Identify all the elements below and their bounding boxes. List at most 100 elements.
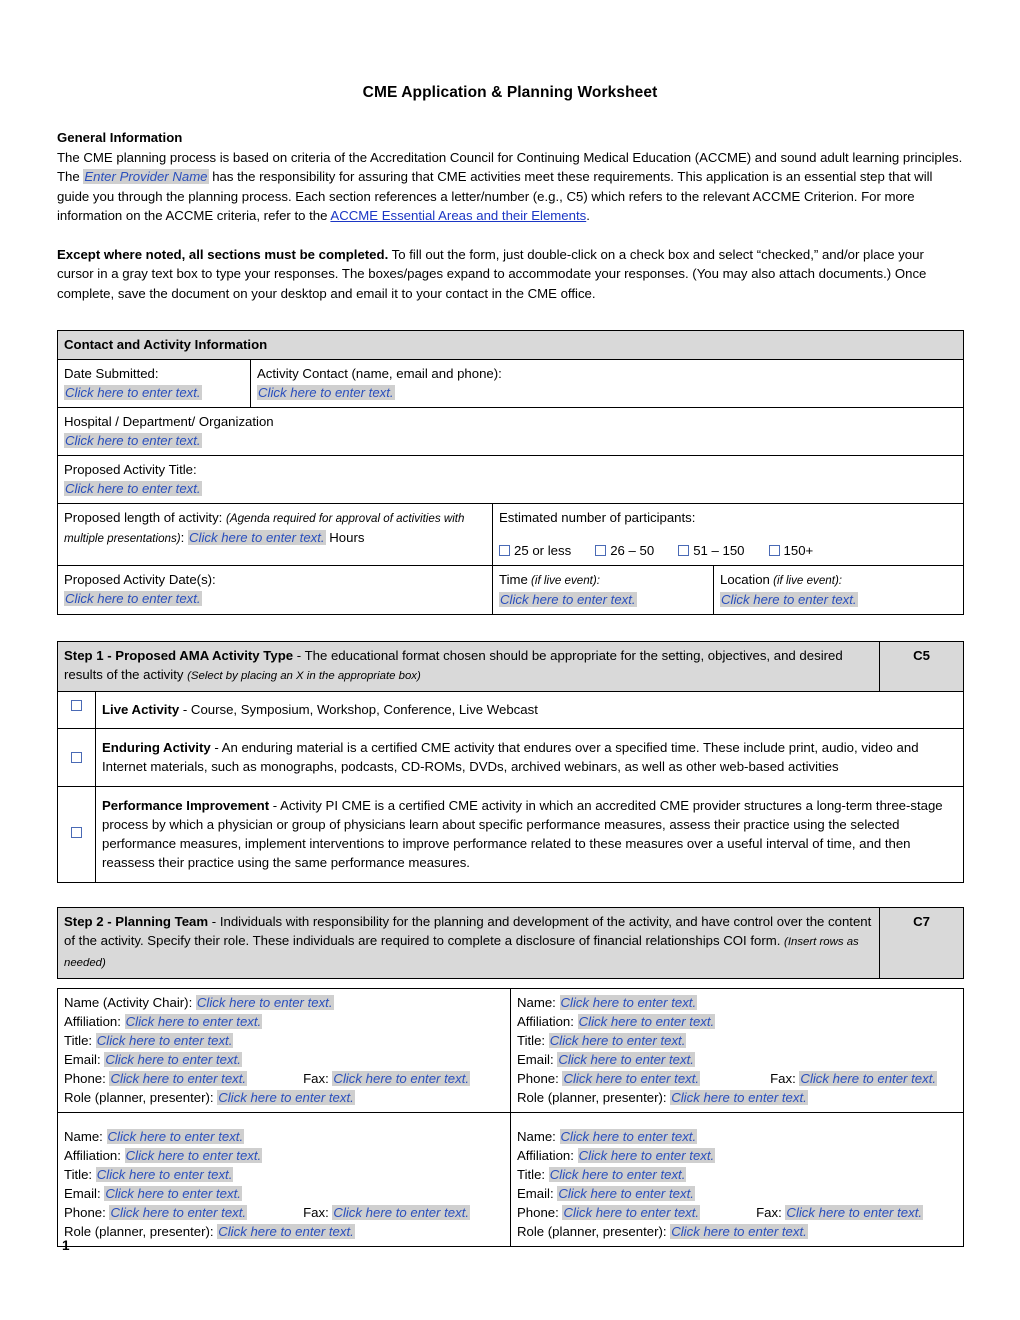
- participants-option-150-plus[interactable]: 150+: [768, 543, 813, 558]
- person-role-input[interactable]: Click here to enter text.: [217, 1223, 355, 1239]
- step1-option-checkbox-enduring[interactable]: [57, 727, 96, 787]
- table-row: Enduring Activity - An enduring material…: [57, 727, 965, 787]
- date-submitted-input[interactable]: Click here to enter text.: [64, 384, 202, 400]
- person-role-label: Role (planner, presenter):: [517, 1089, 667, 1105]
- person-name-label: Name (Activity Chair):: [64, 994, 193, 1010]
- checkbox-icon[interactable]: [71, 751, 82, 763]
- person-role-input[interactable]: Click here to enter text.: [670, 1223, 808, 1239]
- person-name-input[interactable]: Click here to enter text.: [559, 994, 698, 1010]
- table-row: Performance Improvement - Activity PI CM…: [57, 785, 965, 883]
- activity-title-input[interactable]: Click here to enter text.: [64, 480, 202, 496]
- person-title-line: Title: Click here to enter text.: [517, 1165, 957, 1184]
- table-row: Contact and Activity Information: [56, 329, 965, 360]
- organization-input[interactable]: Click here to enter text.: [64, 432, 202, 448]
- activity-length-input[interactable]: Click here to enter text.: [187, 529, 326, 545]
- participants-option-25-or-less[interactable]: 25 or less: [499, 543, 571, 558]
- person-fax-input[interactable]: Click here to enter text.: [332, 1204, 471, 1220]
- location-label-text: Location: [720, 571, 770, 587]
- person-phone-input[interactable]: Click here to enter text.: [562, 1204, 701, 1220]
- person-fax-input[interactable]: Click here to enter text.: [332, 1070, 471, 1086]
- person-fax-input[interactable]: Click here to enter text.: [799, 1070, 938, 1086]
- page-number: 1: [62, 1238, 70, 1253]
- person-title-input[interactable]: Click here to enter text.: [548, 1166, 687, 1182]
- person-name-input[interactable]: Click here to enter text.: [195, 994, 334, 1010]
- table-row: Proposed length of activity: (Agenda req…: [57, 502, 965, 566]
- person-title-input[interactable]: Click here to enter text.: [95, 1166, 234, 1182]
- person-email-line: Email: Click here to enter text.: [64, 1050, 504, 1069]
- checkbox-icon[interactable]: [71, 699, 82, 711]
- person-phone-input[interactable]: Click here to enter text.: [109, 1070, 248, 1086]
- person-affiliation-input[interactable]: Click here to enter text.: [577, 1147, 716, 1163]
- person-phone-fax-line: Phone: Click here to enter text. Fax: Cli…: [64, 1069, 504, 1088]
- checkbox-icon[interactable]: [768, 544, 780, 556]
- person-role-label: Role (planner, presenter):: [64, 1223, 214, 1239]
- general-information-paragraph-2: Except where noted, all sections must be…: [57, 245, 963, 304]
- person-name-input[interactable]: Click here to enter text.: [559, 1128, 698, 1144]
- person-email-input[interactable]: Click here to enter text.: [557, 1051, 695, 1067]
- provider-name-field[interactable]: Enter Provider Name: [83, 169, 209, 185]
- person-affiliation-input[interactable]: Click here to enter text.: [124, 1147, 263, 1163]
- person-title-line: Title: Click here to enter text.: [64, 1165, 504, 1184]
- step1-option-checkbox-performance[interactable]: [57, 785, 96, 883]
- person-title-label: Title:: [64, 1032, 93, 1048]
- checkbox-icon[interactable]: [499, 544, 510, 556]
- participants-option-51-150[interactable]: 51 – 150: [678, 542, 745, 558]
- person-title-input[interactable]: Click here to enter text.: [95, 1032, 234, 1048]
- paragraph1-text-c: .: [586, 208, 590, 224]
- person-role-input[interactable]: Click here to enter text.: [670, 1089, 808, 1105]
- person-fax-label: Fax:: [770, 1070, 796, 1086]
- organization-label: Hospital / Department/ Organization: [64, 413, 274, 429]
- person-name-label: Name:: [517, 994, 556, 1010]
- person-affiliation-label: Affiliation:: [64, 1013, 121, 1029]
- person-fax-input[interactable]: Click here to enter text.: [785, 1204, 924, 1220]
- person-affiliation-input[interactable]: Click here to enter text.: [577, 1013, 716, 1029]
- person-email-label: Email:: [517, 1051, 554, 1067]
- person-phone-input[interactable]: Click here to enter text.: [562, 1070, 701, 1086]
- person-email-input[interactable]: Click here to enter text.: [104, 1051, 242, 1067]
- participants-option-label: 51 – 150: [693, 542, 745, 558]
- checkbox-icon[interactable]: [71, 826, 82, 838]
- accme-essential-areas-link[interactable]: ACCME Essential Areas and their Elements: [330, 208, 586, 223]
- activity-time-cell: Time (if live event): Click here to ente…: [492, 564, 714, 615]
- person-email-input[interactable]: Click here to enter text.: [104, 1185, 242, 1201]
- table-row: Name (Activity Chair): Click here to ent…: [57, 987, 964, 1113]
- participants-option-26-50[interactable]: 26 – 50: [595, 543, 654, 558]
- person-role-label: Role (planner, presenter):: [517, 1223, 667, 1239]
- person-name-line: Name: Click here to enter text.: [517, 1127, 957, 1146]
- person-email-line: Email: Click here to enter text.: [517, 1050, 957, 1069]
- person-phone-label: Phone:: [64, 1070, 106, 1086]
- date-submitted-cell: Date Submitted: Click here to enter text…: [57, 358, 251, 408]
- table-row: Step 2 - Planning Team - Individuals wit…: [56, 906, 965, 979]
- person-name-input[interactable]: Click here to enter text.: [106, 1128, 245, 1144]
- activity-dates-input[interactable]: Click here to enter text.: [64, 590, 202, 606]
- person-title-input[interactable]: Click here to enter text.: [548, 1032, 687, 1048]
- location-label-note: (if live event):: [769, 573, 843, 587]
- person-name-label: Name:: [517, 1128, 556, 1144]
- step1-option-performance-title: Performance Improvement: [102, 797, 270, 813]
- person-affiliation-input[interactable]: Click here to enter text.: [124, 1013, 263, 1029]
- person-email-line: Email: Click here to enter text.: [64, 1184, 504, 1203]
- table-gap-3: [57, 883, 963, 907]
- date-submitted-label: Date Submitted:: [64, 365, 159, 381]
- activity-contact-input[interactable]: Click here to enter text.: [257, 384, 395, 400]
- checkbox-icon[interactable]: [678, 544, 690, 556]
- step2-criterion-badge: C7: [879, 906, 965, 979]
- activity-dates-cell: Proposed Activity Date(s): Click here to…: [57, 564, 493, 615]
- person-role-input[interactable]: Click here to enter text.: [217, 1089, 355, 1105]
- activity-location-input[interactable]: Click here to enter text.: [720, 591, 858, 607]
- activity-time-input[interactable]: Click here to enter text.: [499, 591, 637, 607]
- activity-length-colon: :: [180, 529, 185, 545]
- person-phone-input[interactable]: Click here to enter text.: [109, 1204, 248, 1220]
- step1-option-checkbox-live[interactable]: [57, 690, 96, 729]
- person-email-input[interactable]: Click here to enter text.: [557, 1185, 695, 1201]
- activity-title-cell: Proposed Activity Title: Click here to e…: [56, 454, 965, 504]
- person-affiliation-label: Affiliation:: [517, 1013, 574, 1029]
- participants-option-label: 26 – 50: [610, 542, 655, 558]
- person-role-line: Role (planner, presenter): Click here to…: [517, 1088, 957, 1107]
- table-row: Hospital / Department/ Organization Clic…: [56, 406, 965, 456]
- activity-title-label: Proposed Activity Title:: [64, 461, 197, 477]
- person-affiliation-line: Affiliation: Click here to enter text.: [64, 1012, 504, 1031]
- step1-description-note: (Select by placing an X in the appropria…: [187, 669, 421, 682]
- checkbox-icon[interactable]: [595, 544, 607, 556]
- planning-team-member-1: Name (Activity Chair): Click here to ent…: [57, 987, 511, 1113]
